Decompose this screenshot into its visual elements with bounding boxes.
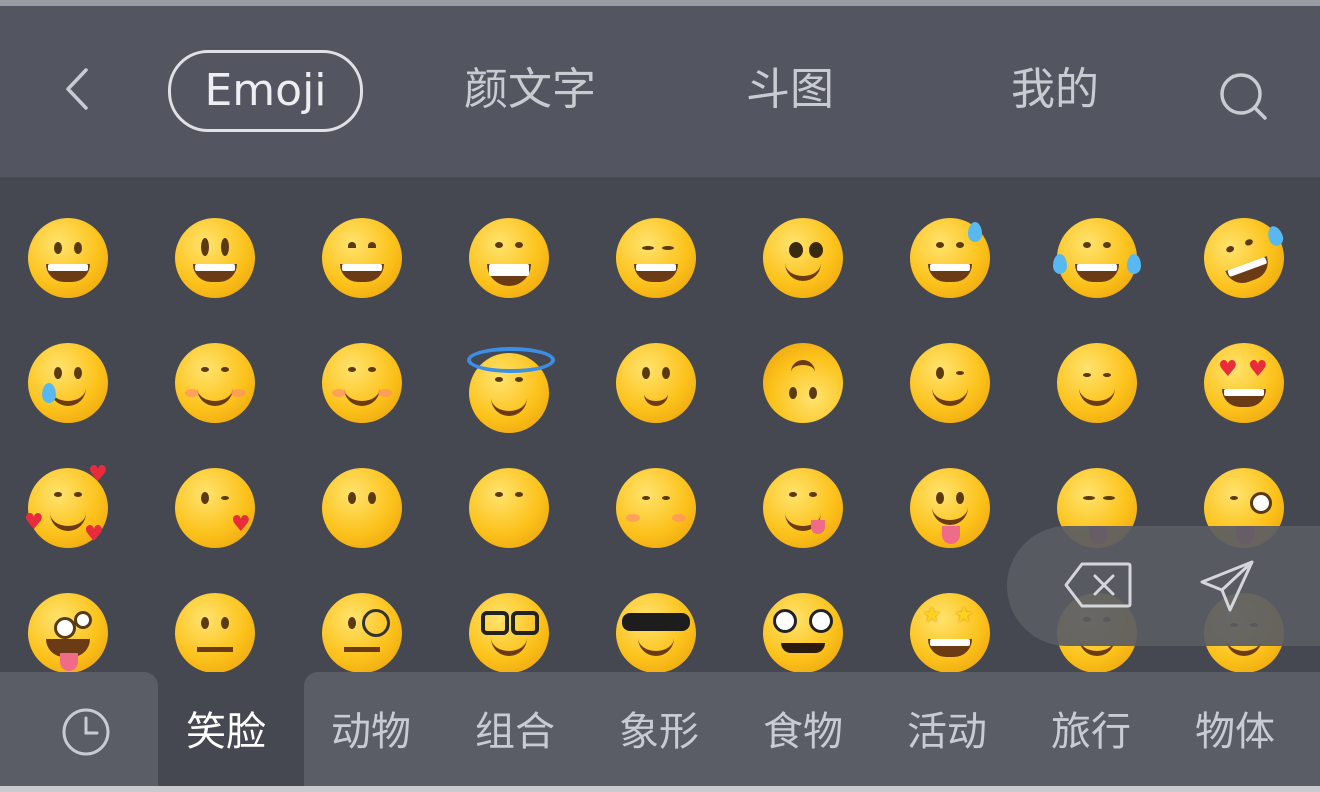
search-icon (1220, 73, 1267, 120)
send-icon (1200, 560, 1254, 612)
emoji-star-struck[interactable]: ★ ★ (910, 593, 990, 672)
tab-mine[interactable]: 我的 (965, 48, 1145, 132)
emoji-relieved-face[interactable] (1057, 343, 1137, 423)
emoji-nerd-face[interactable] (469, 593, 549, 672)
backspace-icon (1064, 562, 1132, 608)
tab-emoji[interactable]: Emoji (168, 50, 363, 132)
emoji-grinning-face[interactable] (28, 218, 108, 298)
category-symbols[interactable]: 象形 (619, 704, 699, 760)
emoji-panel-header: Emoji 颜文字 斗图 我的 (0, 6, 1320, 177)
category-activities[interactable]: 活动 (907, 704, 987, 760)
category-animals[interactable]: 动物 (331, 704, 411, 760)
emoji-upside-down-face[interactable] (763, 343, 843, 423)
floating-action-panel (1007, 526, 1320, 646)
bottom-edge (0, 786, 1320, 792)
category-food[interactable]: 食物 (763, 704, 843, 760)
emoji-smiling-face[interactable] (175, 343, 255, 423)
emoji-disguised-face[interactable] (763, 593, 843, 672)
send-button[interactable] (1198, 556, 1258, 616)
back-button[interactable] (52, 64, 102, 114)
emoji-grinning-face-sweat[interactable] (910, 218, 990, 298)
tab-meme[interactable]: 斗图 (700, 48, 880, 132)
tab-kaomoji[interactable]: 颜文字 (430, 48, 630, 132)
category-travel[interactable]: 旅行 (1051, 704, 1131, 760)
search-button[interactable] (1215, 68, 1271, 124)
emoji-smiling-face-with-tear[interactable] (28, 343, 108, 423)
emoji-smiling-face-halo[interactable] (467, 347, 555, 433)
emoji-smiling-face-sunglasses[interactable] (616, 593, 696, 672)
emoji-kissing-face-closed-eyes[interactable] (616, 468, 696, 548)
category-objects[interactable]: 物体 (1195, 704, 1275, 760)
emoji-face-with-tears-of-joy[interactable] (1053, 218, 1141, 298)
emoji-beaming-face[interactable] (469, 218, 549, 298)
emoji-face-raised-eyebrow[interactable] (175, 593, 255, 672)
delete-button[interactable] (1062, 560, 1134, 610)
emoji-face-holding-back-tears[interactable] (763, 218, 843, 298)
emoji-smiling-face-heart-eyes[interactable]: ♥ ♥ (1204, 343, 1284, 423)
emoji-face-blowing-kiss[interactable]: ♥ (175, 468, 255, 548)
emoji-slightly-smiling-face[interactable] (616, 343, 696, 423)
emoji-grinning-face-big-eyes[interactable] (175, 218, 255, 298)
emoji-face-savoring-food[interactable] (763, 468, 843, 548)
emoji-grinning-squinting-face[interactable] (616, 218, 696, 298)
emoji-kissing-face[interactable] (322, 468, 402, 548)
chevron-left-icon (66, 68, 88, 110)
emoji-grinning-face-smiling-eyes[interactable] (322, 218, 402, 298)
category-smileys[interactable]: 笑脸 (186, 704, 266, 760)
emoji-rolling-on-floor-laughing[interactable] (1192, 206, 1296, 310)
emoji-smiling-face-smiling-eyes[interactable] (322, 343, 402, 423)
emoji-face-with-tongue[interactable] (910, 468, 990, 548)
emoji-kissing-face-smiling-eyes[interactable] (469, 468, 549, 548)
emoji-face-monocle[interactable] (322, 593, 402, 672)
emoji-zany-face[interactable] (28, 593, 108, 672)
category-combinations[interactable]: 组合 (475, 704, 555, 760)
clock-icon (62, 708, 110, 756)
emoji-winking-face[interactable] (910, 343, 990, 423)
emoji-smiling-face-hearts[interactable]: ♥ ♥ ♥ (24, 462, 108, 548)
